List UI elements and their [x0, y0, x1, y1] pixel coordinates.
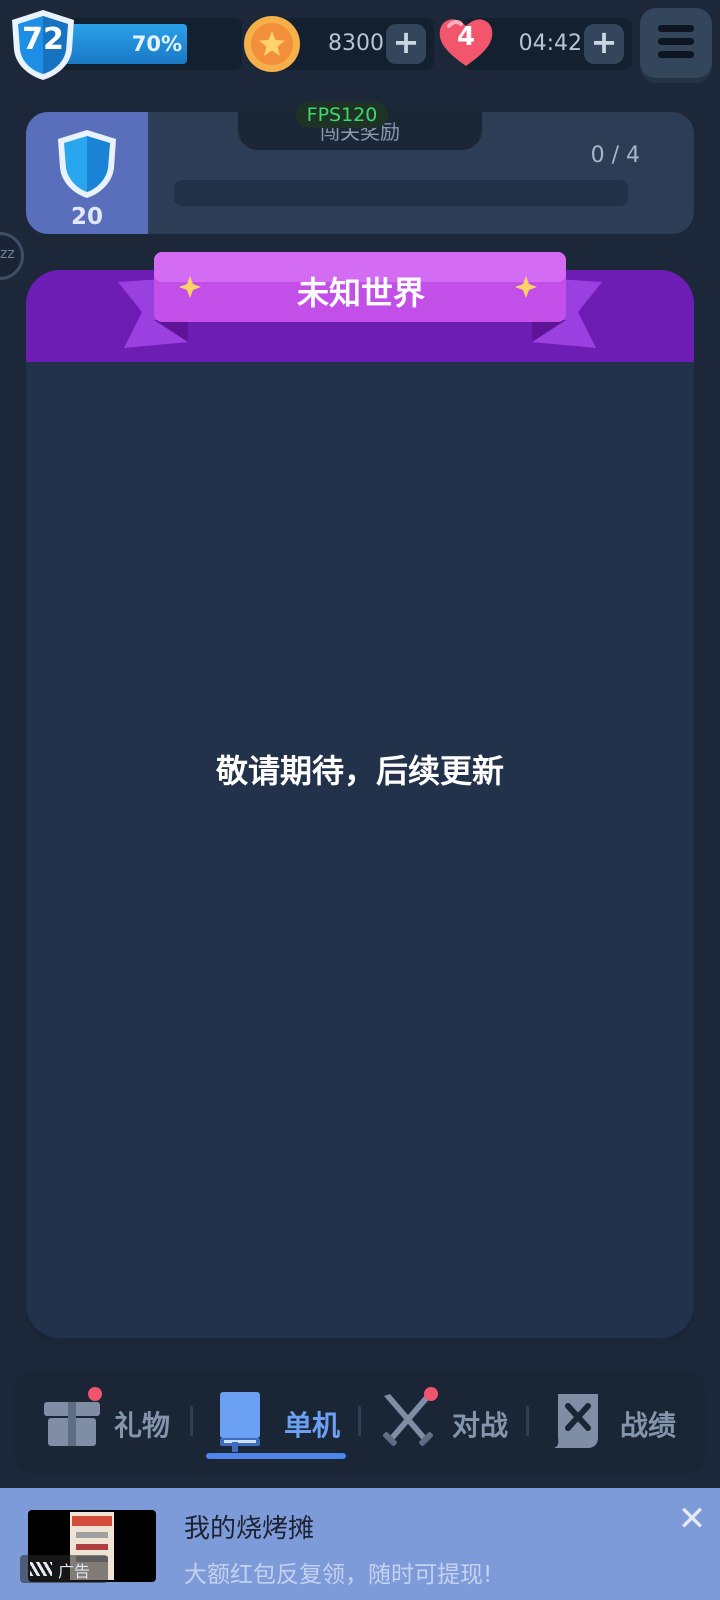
gift-badge: [88, 1387, 102, 1401]
battle-badge: [424, 1387, 438, 1401]
close-icon[interactable]: ✕: [676, 1502, 708, 1536]
life-refill-timer: 04:42: [518, 31, 582, 56]
nav-divider: [526, 1406, 529, 1436]
ad-badge-label: 广告: [58, 1562, 91, 1581]
world-panel: [26, 270, 694, 1338]
ad-title: 我的烧烤摊: [184, 1514, 315, 1544]
tab-battle-label: 对战: [452, 1409, 509, 1442]
reward-progress-text: 0 / 4: [590, 143, 640, 168]
star-coin-icon: [244, 16, 300, 72]
ad-logo-icon: [30, 1562, 52, 1576]
hamburger-menu-icon-line: [658, 38, 694, 45]
tab-single-player-label: 单机: [284, 1409, 341, 1442]
record-scroll-icon: [554, 1394, 598, 1448]
shield-icon: [58, 130, 116, 198]
player-level: 72: [22, 22, 64, 57]
add-coins-button[interactable]: +: [386, 24, 426, 64]
side-sleep-label: zz: [0, 246, 15, 262]
world-title: 未知世界: [296, 274, 425, 312]
hamburger-menu-icon: [658, 25, 694, 32]
hamburger-menu-icon-line: [658, 51, 694, 58]
nav-divider: [358, 1406, 361, 1436]
nav-divider: [190, 1406, 193, 1436]
level-progress-label: 70%: [131, 32, 182, 56]
reward-shield-count: 20: [70, 204, 103, 230]
tab-records-label: 战绩: [620, 1409, 677, 1442]
lives-count: 4: [456, 22, 476, 52]
fps-counter: FPS120: [306, 104, 378, 126]
book-icon: [220, 1392, 260, 1452]
active-tab-indicator: [206, 1453, 346, 1459]
tab-gift-label: 礼物: [114, 1409, 171, 1442]
ad-subtitle: 大额红包反复领，随时可提现!: [184, 1562, 493, 1588]
reward-progress-bar: [174, 180, 628, 206]
coming-soon-message: 敬请期待，后续更新: [215, 752, 504, 790]
add-lives-button[interactable]: +: [584, 24, 624, 64]
coin-amount: 8300: [328, 31, 384, 56]
